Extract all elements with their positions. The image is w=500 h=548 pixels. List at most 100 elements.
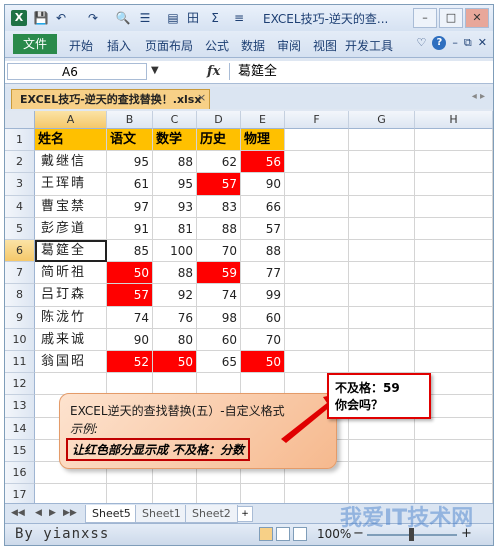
failing-score-cell[interactable]: 57 [197, 173, 241, 196]
row-header[interactable]: 14 [5, 417, 35, 440]
excel-app-icon[interactable]: X [11, 10, 27, 26]
formula-input[interactable]: 葛筵全 [229, 63, 493, 80]
tab-home[interactable]: 开始 [69, 37, 93, 54]
score-cell[interactable]: 70 [241, 328, 285, 351]
empty-cell[interactable] [349, 462, 415, 485]
tab-data[interactable]: 数据 [241, 37, 265, 54]
header-cell[interactable]: 姓名 [35, 129, 107, 152]
doc-minimize-icon[interactable]: – [452, 36, 458, 50]
name-cell[interactable]: 王珲晴 [35, 173, 107, 196]
empty-cell[interactable] [349, 129, 415, 152]
format-icon[interactable]: ☰ [137, 10, 153, 26]
header-cell[interactable]: 数学 [153, 129, 197, 152]
column-header-d[interactable]: D [197, 111, 241, 129]
empty-cell[interactable] [285, 262, 349, 285]
autosum-icon[interactable]: Σ [207, 10, 223, 26]
redo-icon[interactable]: ↷ [85, 10, 101, 26]
failing-score-cell[interactable]: 56 [241, 151, 285, 174]
save-icon[interactable]: 💾 [33, 10, 49, 26]
empty-cell[interactable] [415, 439, 493, 462]
column-header-h[interactable]: H [415, 111, 493, 129]
tab-page-layout[interactable]: 页面布局 [145, 37, 193, 54]
score-cell[interactable]: 88 [153, 151, 197, 174]
failing-score-cell[interactable]: 59 [197, 262, 241, 285]
name-cell[interactable]: 翁国昭 [35, 351, 107, 374]
row-header[interactable]: 5 [5, 217, 35, 240]
score-cell[interactable]: 97 [107, 195, 153, 218]
row-header[interactable]: 7 [5, 262, 35, 285]
empty-cell[interactable] [415, 328, 493, 351]
empty-cell[interactable] [349, 284, 415, 307]
failing-score-cell[interactable]: 50 [107, 262, 153, 285]
row-header[interactable]: 3 [5, 173, 35, 196]
name-cell[interactable]: 葛筵全 [35, 240, 107, 263]
score-cell[interactable]: 76 [153, 306, 197, 329]
tab-review[interactable]: 审阅 [277, 37, 301, 54]
name-cell[interactable]: 陈泷竹 [35, 306, 107, 329]
empty-cell[interactable] [285, 328, 349, 351]
empty-cell[interactable] [415, 240, 493, 263]
score-cell[interactable]: 74 [107, 306, 153, 329]
empty-cell[interactable] [349, 240, 415, 263]
score-cell[interactable]: 74 [197, 284, 241, 307]
name-box-dropdown-icon[interactable]: ▼ [151, 65, 159, 76]
empty-cell[interactable] [285, 195, 349, 218]
column-header-a[interactable]: A [35, 111, 107, 129]
page-layout-view-icon[interactable] [276, 527, 290, 541]
failing-score-cell[interactable]: 50 [153, 351, 197, 374]
row-header[interactable]: 1 [5, 129, 35, 152]
row-header[interactable]: 4 [5, 195, 35, 218]
help-icon[interactable]: ? [432, 36, 447, 50]
score-cell[interactable]: 90 [107, 328, 153, 351]
score-cell[interactable]: 83 [197, 195, 241, 218]
empty-cell[interactable] [285, 351, 349, 374]
empty-cell[interactable] [349, 262, 415, 285]
tab-developer[interactable]: 开发工具 [345, 37, 393, 54]
normal-view-icon[interactable] [259, 527, 273, 541]
page-break-view-icon[interactable] [293, 527, 307, 541]
score-cell[interactable]: 61 [107, 173, 153, 196]
workbook-nav-icon[interactable]: ◂ ▸ [472, 91, 485, 102]
insert-function-icon[interactable]: fx [207, 64, 220, 79]
name-cell[interactable]: 彭彦道 [35, 217, 107, 240]
row-header[interactable]: 13 [5, 395, 35, 418]
score-cell[interactable]: 65 [197, 351, 241, 374]
header-cell[interactable]: 物理 [241, 129, 285, 152]
column-header-c[interactable]: C [153, 111, 197, 129]
last-sheet-icon[interactable]: ▶▶ [63, 508, 77, 518]
close-icon[interactable]: ✕ [465, 8, 489, 28]
sheet-tab-sheet5[interactable]: Sheet5 [85, 505, 138, 523]
row-header[interactable]: 10 [5, 328, 35, 351]
failing-score-cell[interactable]: 52 [107, 351, 153, 374]
empty-cell[interactable] [285, 306, 349, 329]
insert-sheet-icon[interactable]: + [237, 506, 253, 522]
header-cell[interactable]: 历史 [197, 129, 241, 152]
empty-cell[interactable] [415, 173, 493, 196]
empty-cell[interactable] [349, 195, 415, 218]
score-cell[interactable]: 99 [241, 284, 285, 307]
row-header[interactable]: 6 [5, 240, 35, 263]
empty-cell[interactable] [349, 417, 415, 440]
row-header[interactable]: 9 [5, 306, 35, 329]
sheet-tab-sheet1[interactable]: Sheet1 [135, 505, 188, 523]
prev-sheet-icon[interactable]: ◀ [35, 508, 42, 518]
name-cell[interactable]: 吕玎森 [35, 284, 107, 307]
score-cell[interactable]: 70 [197, 240, 241, 263]
empty-cell[interactable] [285, 173, 349, 196]
name-cell[interactable]: 戚来诚 [35, 328, 107, 351]
tab-insert[interactable]: 插入 [107, 37, 131, 54]
score-cell[interactable]: 88 [241, 240, 285, 263]
score-cell[interactable]: 92 [153, 284, 197, 307]
score-cell[interactable]: 90 [241, 173, 285, 196]
worksheet-grid[interactable]: ABCDEFGH12345678910111213141516171819姓名语… [5, 111, 493, 503]
empty-cell[interactable] [415, 217, 493, 240]
print-preview-icon[interactable]: 🔍 [115, 10, 131, 26]
column-header-f[interactable]: F [285, 111, 349, 129]
sheet-icon[interactable]: ▤ [165, 10, 181, 26]
empty-cell[interactable] [349, 217, 415, 240]
empty-cell[interactable] [415, 284, 493, 307]
first-sheet-icon[interactable]: ◀◀ [11, 508, 25, 518]
score-cell[interactable]: 98 [197, 306, 241, 329]
score-cell[interactable]: 60 [197, 328, 241, 351]
score-cell[interactable]: 77 [241, 262, 285, 285]
